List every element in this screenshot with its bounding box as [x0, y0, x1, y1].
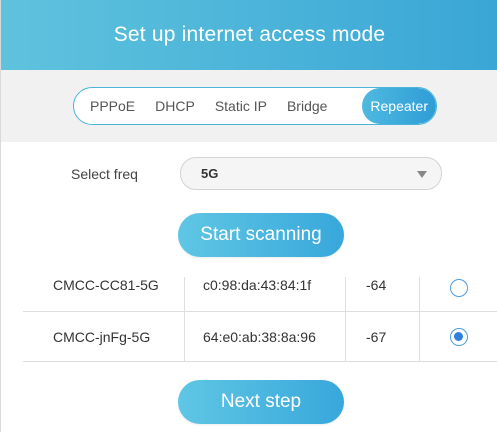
tab-repeater[interactable]: Repeater	[362, 88, 436, 124]
mode-tabs: PPPoE DHCP Static IP Bridge Repeater	[73, 87, 437, 125]
tab-pppoe[interactable]: PPPoE	[74, 88, 145, 124]
network-mac: c0:98:da:43:84:1f	[184, 277, 345, 311]
chevron-down-icon	[417, 171, 427, 178]
freq-select[interactable]: 5G	[180, 157, 442, 190]
network-table: CMCC-CC81-5G c0:98:da:43:84:1f -64 CMCC-…	[23, 267, 497, 362]
setup-page: Set up internet access mode PPPoE DHCP S…	[0, 0, 497, 432]
header-bar: Set up internet access mode	[1, 0, 497, 70]
radio-cell	[419, 312, 497, 361]
network-radio[interactable]	[449, 279, 468, 297]
freq-label: Select freq	[71, 166, 138, 182]
network-mac: 64:e0:ab:38:8a:96	[184, 312, 345, 361]
network-ssid: CMCC-CC81-5G	[53, 277, 159, 293]
table-row[interactable]: CMCC-CC81-5G c0:98:da:43:84:1f -64	[23, 267, 497, 312]
tab-dhcp[interactable]: DHCP	[145, 88, 205, 124]
freq-value: 5G	[201, 166, 219, 181]
page-title: Set up internet access mode	[113, 23, 386, 46]
network-signal: -64	[345, 277, 419, 311]
network-signal: -67	[345, 312, 419, 361]
network-radio[interactable]	[449, 327, 468, 346]
table-row[interactable]: CMCC-jnFg-5G 64:e0:ab:38:8a:96 -67	[23, 312, 497, 362]
radio-cell	[419, 277, 497, 311]
network-ssid: CMCC-jnFg-5G	[53, 328, 151, 345]
start-scanning-button[interactable]: Start scanning	[178, 213, 344, 257]
tab-bridge[interactable]: Bridge	[277, 88, 337, 124]
next-step-button[interactable]: Next step	[178, 380, 344, 424]
tab-static-ip[interactable]: Static IP	[205, 88, 277, 124]
